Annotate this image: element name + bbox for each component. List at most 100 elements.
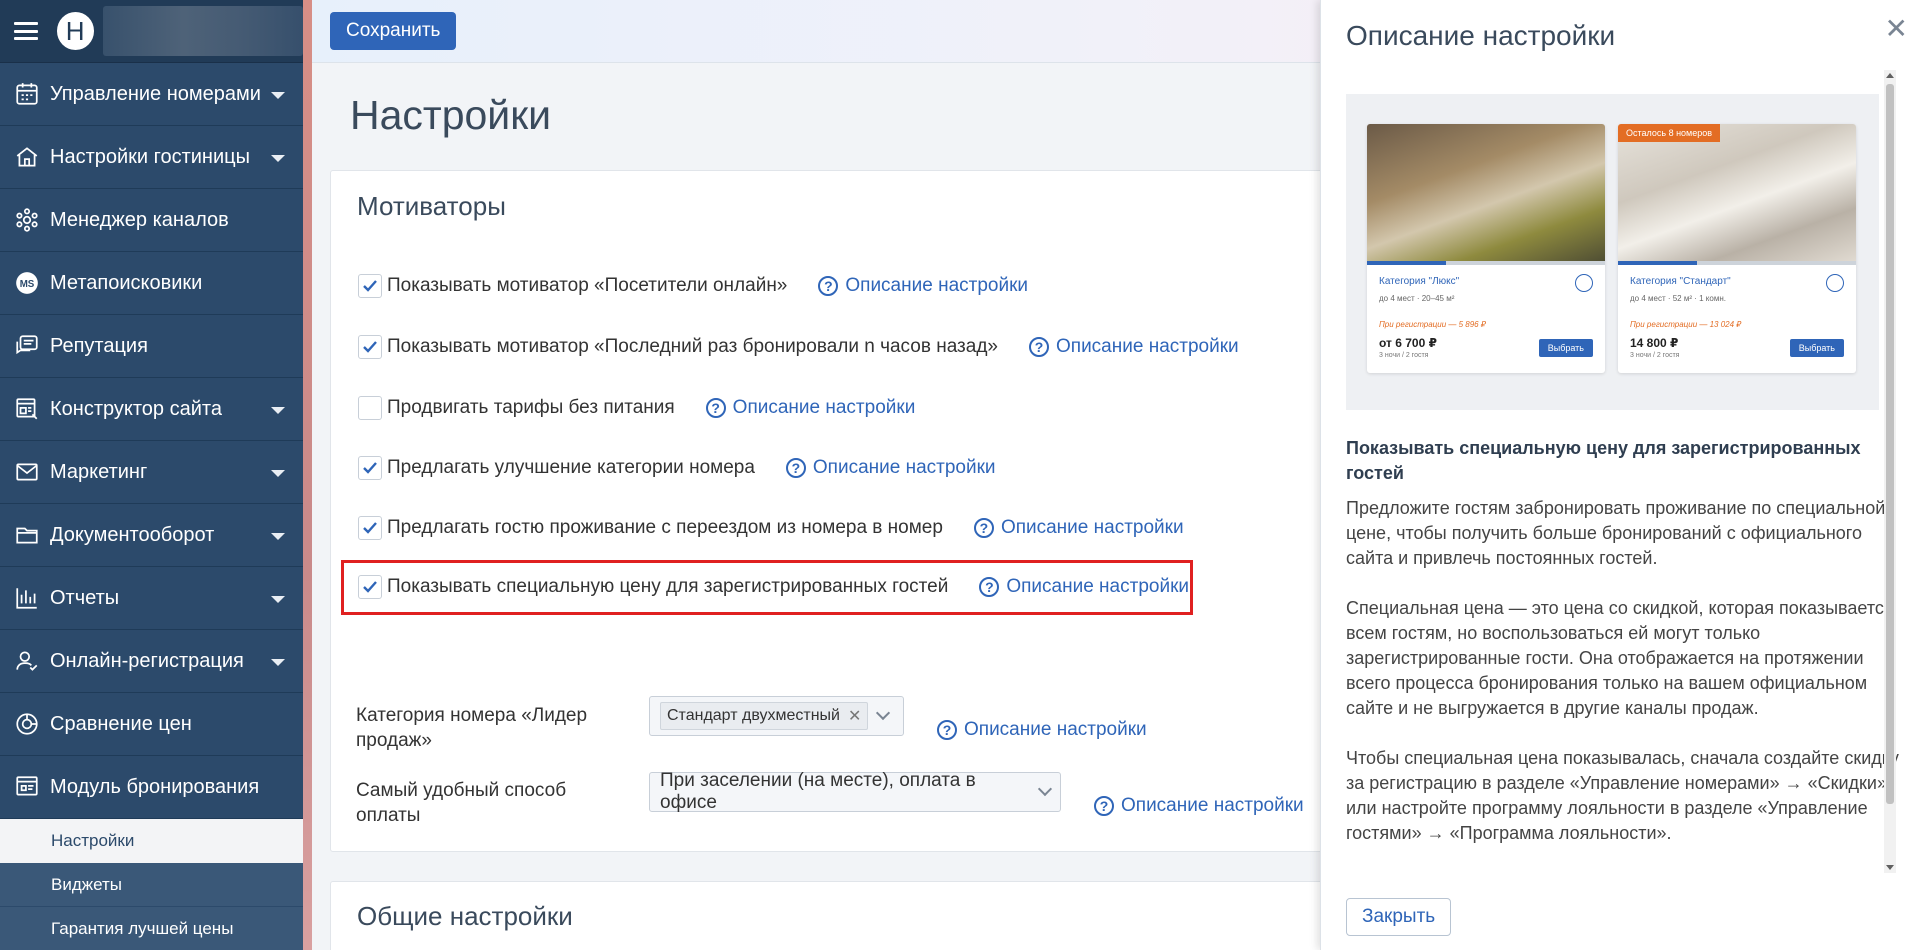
page-title: Настройки [350,92,552,138]
price-compare-icon [14,711,40,737]
bestseller-select[interactable]: Стандарт двухместный ✕ [649,696,904,736]
sidebar-item-online-registration[interactable]: Онлайн-регистрация [0,630,303,693]
link-label: Описание настройки [812,457,996,478]
option-visitors-online: Показывать мотиватор «Посетители онлайн»… [358,271,1028,301]
sidebar-item-marketing[interactable]: Маркетинг [0,441,303,504]
sidebar-item-label: Сравнение цен [50,712,192,735]
caret-down-icon [271,92,285,99]
sidebar-subitem-settings[interactable]: Настройки [0,819,303,863]
chevron-down-icon [1038,781,1053,797]
setting-description-link[interactable]: ? Описание настройки [1094,784,1304,828]
link-label: Описание настройки [964,719,1147,740]
sidebar-subitem-best-price[interactable]: Гарантия лучшей цены [0,907,303,950]
setting-description-link[interactable]: ? Описание настройки [937,707,1147,753]
user-check-icon [14,648,40,674]
room-card: Осталось 8 номеров Категория "Стандарт" … [1618,124,1856,373]
payment-select[interactable]: При заселении (на месте), оплата в офисе [649,770,1061,813]
checkbox-unchecked[interactable] [358,396,382,420]
caret-down-icon [271,407,285,414]
close-icon[interactable]: ✕ [1885,12,1908,45]
remove-tag-icon[interactable]: ✕ [848,706,861,726]
drawer-content[interactable]: Категория "Люкс" до 4 мест · 20–45 м² Пр… [1346,70,1899,873]
menu-icon[interactable] [14,22,38,40]
highlight-frame [341,560,1193,615]
help-circle-icon: ? [785,458,806,478]
selected-tag: Стандарт двухместный ✕ [660,702,869,730]
setting-description-link[interactable]: ? Описание настройки [973,517,1184,539]
caret-down-icon [271,533,285,540]
logo: Н [56,12,94,50]
option-label: Предлагать улучшение категории номера [387,457,755,478]
caret-down-icon [271,596,285,603]
option-upgrade: Предлагать улучшение категории номера ? О… [358,453,996,483]
room-select-button: Выбрать [1789,339,1844,357]
checkbox-checked[interactable] [358,335,382,359]
help-circle-icon: ? [973,518,994,538]
drawer-scrollbar[interactable] [1884,70,1896,873]
description-drawer: Описание настройки ✕ Категория "Люкс" до… [1320,0,1918,950]
sidebar-item-reputation[interactable]: Репутация [0,315,303,378]
setting-description-link[interactable]: ? Описание настройки [818,275,1028,297]
scroll-down-icon[interactable] [1886,865,1894,870]
close-button[interactable]: Закрыть [1346,898,1452,936]
hotel-name-blurred [102,6,303,56]
link-label: Описание настройки [1000,517,1184,538]
drawer-paragraph: Специальная цена — это цена со скидкой, … [1346,598,1894,718]
bar-chart-icon [14,585,40,611]
sidebar-item-label: Модуль бронирования [50,775,260,798]
mail-icon [14,459,40,485]
room-sub: 3 ночи / 2 гостя [1379,352,1429,359]
motivators-title: Мотиваторы [357,191,506,221]
room-select-button: Выбрать [1538,339,1593,357]
help-circle-icon: ? [1094,796,1114,816]
option-room-move: Предлагать гостю проживание с переездом … [358,513,1184,543]
link-label: Описание настройки [1056,336,1239,357]
sidebar-item-rooms[interactable]: Управление номерами [0,63,303,126]
sidebar-item-label: Документооборот [50,523,215,546]
room-photo [1367,124,1605,265]
checkbox-checked[interactable] [358,274,382,298]
sidebar-header: Н [0,0,303,63]
drawer-paragraph: Предложите гостям забронировать проживан… [1346,498,1886,568]
drawer-heading: Показывать специальную цену для зарегист… [1346,438,1861,483]
drawer-title: Описание настройки [1346,20,1616,51]
sidebar-item-label: Метапоисковики [50,271,203,294]
bestseller-label: Категория номера «Лидер продаж» [356,705,588,751]
bestseller-field: Категория номера «Лидер продаж» Стандарт… [356,696,1147,753]
room-photo: Осталось 8 номеров [1618,124,1856,265]
preview-image: Категория "Люкс" до 4 мест · 20–45 м² Пр… [1346,94,1879,410]
reviews-icon [14,333,40,359]
sidebar-item-label: Конструктор сайта [50,397,222,420]
option-label: Предлагать гостю проживание с переездом … [387,517,943,538]
sidebar-item-price-compare[interactable]: Сравнение цен [0,693,303,756]
setting-description-link[interactable]: ? Описание настройки [705,397,915,419]
help-circle-icon: ? [818,276,839,296]
checkbox-checked[interactable] [358,456,382,480]
setting-description-link[interactable]: ? Описание настройки [1029,336,1239,358]
room-card: Категория "Люкс" до 4 мест · 20–45 м² Пр… [1367,124,1605,373]
sidebar-item-label: Менеджер каналов [50,208,229,231]
link-label: Описание настройки [1121,795,1304,816]
payment-value: При заселении (на месте), оплата в офисе [660,770,976,813]
booking-icon [14,774,40,800]
scroll-up-icon[interactable] [1886,73,1894,78]
sidebar-item-channel-manager[interactable]: Менеджер каналов [0,189,303,252]
sidebar-subitem-widgets[interactable]: Виджеты [0,863,303,907]
help-circle-icon: ? [937,720,957,740]
checkbox-checked[interactable] [358,516,382,540]
sidebar-item-site-builder[interactable]: Конструктор сайта [0,378,303,441]
sidebar-item-hotel-settings[interactable]: Настройки гостиницы [0,126,303,189]
sidebar-item-metasearch[interactable]: MS Метапоисковики [0,252,303,315]
option-label: Продвигать тарифы без питания [387,397,675,418]
sidebar-item-booking-module[interactable]: Модуль бронирования [0,756,303,819]
save-button[interactable]: Сохранить [330,12,457,50]
sidebar-item-reports[interactable]: Отчеты [0,567,303,630]
chevron-down-icon [876,705,891,721]
sidebar-item-documents[interactable]: Документооборот [0,504,303,567]
scrollbar-thumb[interactable] [1886,84,1894,804]
help-circle-icon: ? [705,398,726,418]
setting-description-link[interactable]: ? Описание настройки [785,457,996,479]
sidebar-item-label: Репутация [50,334,148,357]
drawer-paragraph: Чтобы специальная цена показывалась, сна… [1346,748,1899,843]
hotel-icon [14,144,40,170]
